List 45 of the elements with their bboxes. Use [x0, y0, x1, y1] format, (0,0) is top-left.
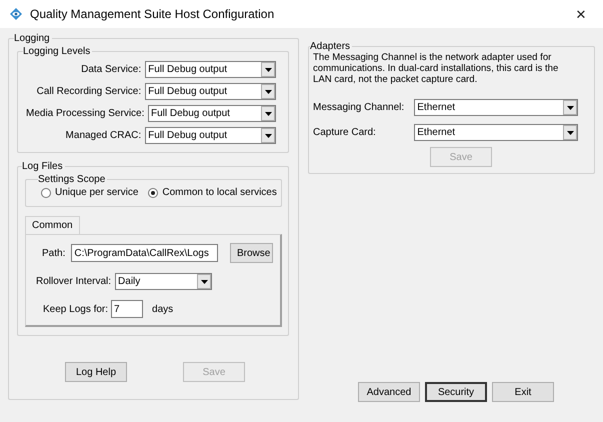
app-icon: [9, 7, 23, 21]
field-label: Managed CRAC:: [64, 130, 142, 141]
unit-label: days: [152, 304, 174, 314]
dropdown[interactable]: Ethernet: [414, 99, 578, 116]
radio-label: Common to local services: [162, 187, 277, 198]
close-button[interactable]: ✕: [559, 6, 603, 22]
radio-label: Unique per service: [55, 187, 138, 198]
radio-button[interactable]: [148, 188, 158, 198]
button[interactable]: Security: [425, 382, 487, 402]
dropdown[interactable]: Daily: [115, 273, 212, 290]
group-title: Logging: [14, 33, 50, 44]
caret-icon: [264, 134, 272, 138]
days-field[interactable]: 7: [111, 300, 144, 318]
field-label: Capture Card:: [313, 127, 377, 138]
caret-icon: [566, 106, 574, 110]
caret-icon: [200, 280, 208, 284]
dropdown[interactable]: Full Debug output: [145, 83, 276, 100]
path-field[interactable]: C:\ProgramData\CallRex\Logs: [71, 244, 218, 262]
dropdown[interactable]: Full Debug output: [145, 61, 276, 78]
field-label: Rollover Interval:: [36, 276, 112, 287]
field-label: Data Service:: [80, 64, 142, 75]
button[interactable]: Advanced: [358, 382, 420, 402]
group-title: Settings Scope: [38, 174, 106, 185]
button[interactable]: Log Help: [65, 362, 127, 382]
field-label: Media Processing Service:: [26, 108, 144, 119]
radio-button[interactable]: [41, 188, 51, 198]
description-text: The Messaging Channel is the network adapter used for communications. In dual-card installations, this card is the LAN card, not the packet capture card.: [313, 52, 560, 85]
field-label: Call Recording Service:: [36, 86, 142, 97]
dropdown[interactable]: Full Debug output: [145, 127, 276, 144]
group-title: Adapters: [310, 41, 350, 52]
field-label: Messaging Channel:: [313, 102, 406, 113]
dropdown[interactable]: Ethernet: [414, 124, 578, 141]
dropdown[interactable]: Full Debug output: [148, 105, 276, 122]
caret-icon: [264, 112, 272, 116]
window-title: Quality Management Suite Host Configuration: [30, 7, 276, 21]
group-title: Logging Levels: [23, 46, 90, 57]
button[interactable]: Browse: [230, 243, 273, 263]
group-title: Log Files: [22, 161, 63, 172]
caret-icon: [264, 68, 272, 72]
field-label: Path:: [42, 248, 66, 258]
field-label: Keep Logs for:: [43, 304, 108, 314]
caret-icon: [264, 90, 272, 94]
button[interactable]: Exit: [492, 382, 554, 402]
caret-icon: [566, 130, 574, 134]
tab[interactable]: Common: [25, 216, 80, 234]
